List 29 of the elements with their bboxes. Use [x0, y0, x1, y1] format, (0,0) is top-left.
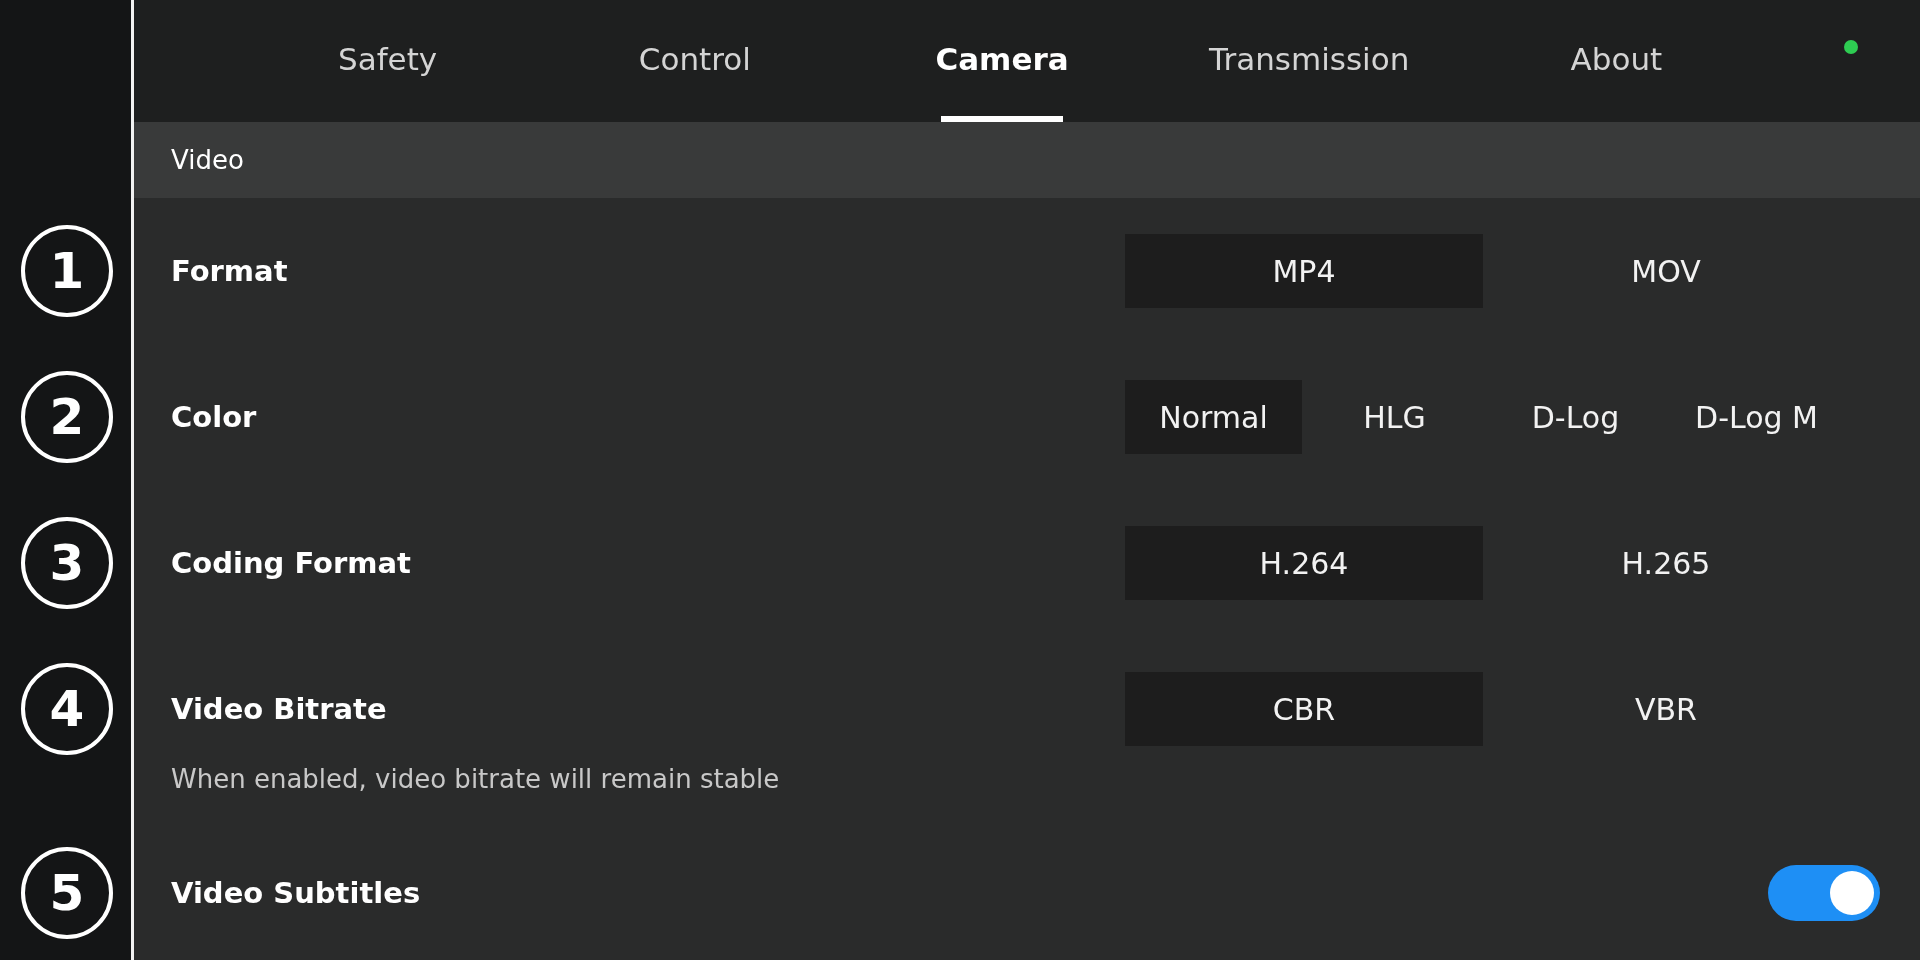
segment-option[interactable]: D-Log — [1487, 380, 1664, 454]
setting-description: When enabled, video bitrate will remain stable — [171, 764, 781, 794]
setting-label: Video Bitrate — [171, 692, 387, 726]
tab[interactable]: Transmission — [1155, 0, 1463, 122]
segment-option[interactable]: H.264 — [1125, 526, 1483, 600]
tab[interactable]: About — [1462, 0, 1770, 122]
setting-label: Coding Format — [171, 546, 411, 580]
number-badge: 3 — [21, 517, 113, 609]
segment-option[interactable]: Normal — [1125, 380, 1302, 454]
status-dot-icon — [1844, 40, 1858, 54]
setting-label: Color — [171, 400, 257, 434]
tab[interactable]: Camera — [848, 0, 1156, 122]
section-title: Video — [171, 145, 244, 175]
number-badge: 4 — [21, 663, 113, 755]
segment-option[interactable]: CBR — [1125, 672, 1483, 746]
setting-label: Format — [171, 254, 288, 288]
setting-label: Video Subtitles — [171, 876, 421, 910]
segment-option[interactable]: MOV — [1487, 234, 1845, 308]
tab[interactable]: Safety — [234, 0, 542, 122]
segment-option[interactable]: MP4 — [1125, 234, 1483, 308]
number-badge: 5 — [21, 847, 113, 939]
segment-option[interactable]: D-Log M — [1668, 380, 1845, 454]
number-badge: 1 — [21, 225, 113, 317]
tab[interactable]: Control — [541, 0, 849, 122]
toggle-switch[interactable] — [1768, 865, 1880, 921]
segment-option[interactable]: H.265 — [1487, 526, 1845, 600]
number-badge: 2 — [21, 371, 113, 463]
segment-option[interactable]: HLG — [1306, 380, 1483, 454]
segment-option[interactable]: VBR — [1487, 672, 1845, 746]
